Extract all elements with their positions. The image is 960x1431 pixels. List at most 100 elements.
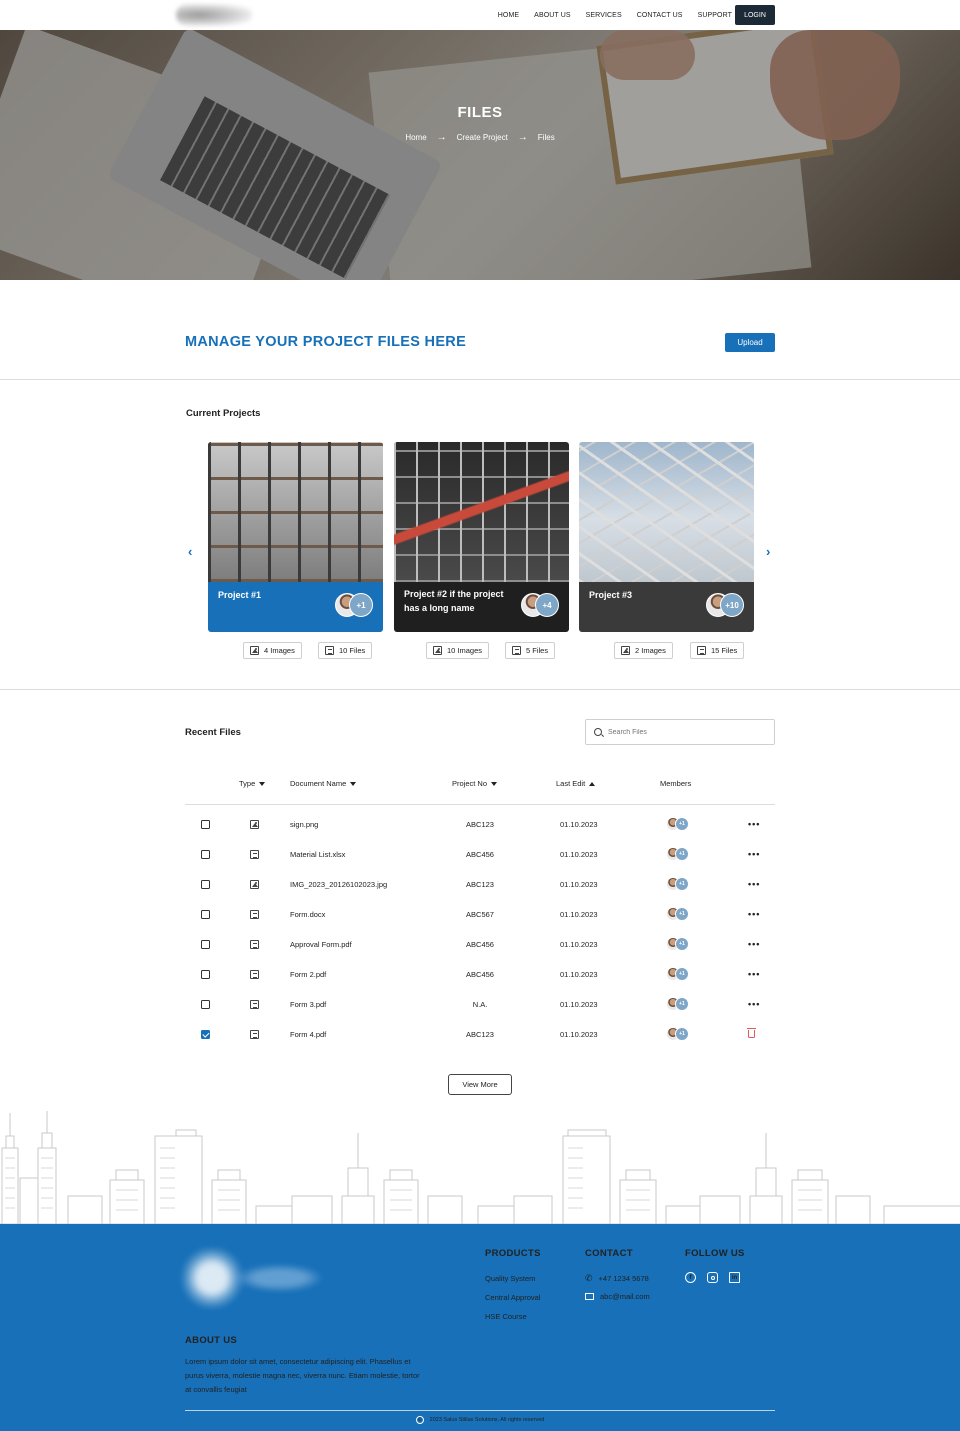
more-options-icon[interactable]: •••: [748, 879, 760, 889]
table-row[interactable]: Form.docx ABC567 01.10.2023 +1 •••: [185, 899, 775, 929]
images-count-button[interactable]: 2 Images: [614, 642, 673, 659]
more-options-icon[interactable]: •••: [748, 939, 760, 949]
trash-icon[interactable]: [747, 1028, 756, 1038]
document-name[interactable]: Form 3.pdf: [290, 989, 326, 1019]
sort-down-icon: [259, 781, 266, 786]
action-cell: •••: [748, 899, 760, 929]
row-checkbox-cell: [201, 869, 210, 899]
row-checkbox-cell: [201, 1019, 210, 1049]
page-title: FILES: [457, 104, 503, 121]
footer-link-central-approval[interactable]: Central Approval: [485, 1293, 540, 1302]
last-edit: 01.10.2023: [560, 969, 598, 979]
document-name[interactable]: Form 4.pdf: [290, 1019, 326, 1049]
document-name[interactable]: IMG_2023_20126102023.jpg: [290, 869, 387, 899]
images-count: 4 Images: [264, 646, 295, 655]
more-options-icon[interactable]: •••: [748, 999, 760, 1009]
type-cell: [250, 989, 259, 1019]
files-count-button[interactable]: 5 Files: [505, 642, 556, 659]
project-card[interactable]: Project #2 if the project has a long nam…: [394, 442, 569, 632]
table-row[interactable]: Approval Form.pdf ABC456 01.10.2023 +1 •••: [185, 929, 775, 959]
row-checkbox[interactable]: [201, 999, 210, 1009]
more-options-icon[interactable]: •••: [748, 909, 760, 919]
row-checkbox[interactable]: [201, 819, 210, 829]
document-name[interactable]: Approval Form.pdf: [290, 929, 352, 959]
footer-about-text: Lorem ipsum dolor sit amet, consectetur …: [185, 1357, 420, 1394]
document-name[interactable]: Material List.xlsx: [290, 839, 345, 869]
project-card[interactable]: Project #3 +10: [579, 442, 754, 632]
row-checkbox[interactable]: [201, 969, 210, 979]
document-name[interactable]: Form.docx: [290, 899, 325, 929]
avatar-more: +1: [675, 997, 689, 1011]
table-row[interactable]: Form 3.pdf N.A. 01.10.2023 +1 •••: [185, 989, 775, 1019]
members-cell: +1: [666, 929, 692, 959]
images-count-button[interactable]: 10 Images: [426, 642, 490, 659]
nav-home[interactable]: HOME: [498, 12, 519, 19]
column-header-document-name[interactable]: Document Name: [290, 779, 357, 788]
row-checkbox[interactable]: [201, 1029, 210, 1039]
nav-services[interactable]: SERVICES: [586, 12, 622, 19]
document-icon: [250, 909, 259, 919]
last-edit: 01.10.2023: [560, 879, 598, 889]
carousel-prev-icon[interactable]: ‹: [188, 544, 192, 559]
document-icon: [250, 939, 259, 949]
brand-logo[interactable]: [176, 4, 252, 26]
breadcrumb-create-project[interactable]: Create Project: [457, 133, 508, 142]
footer-email[interactable]: abc@mail.com: [585, 1292, 650, 1301]
footer-link-hse-course[interactable]: HSE Course: [485, 1312, 527, 1321]
linkedin-icon[interactable]: in: [729, 1272, 740, 1283]
footer-about-heading: ABOUT US: [185, 1335, 238, 1346]
breadcrumb-home[interactable]: Home: [405, 133, 426, 142]
project-card[interactable]: Project #1 +1: [208, 442, 383, 632]
more-options-icon[interactable]: •••: [748, 819, 760, 829]
document-name[interactable]: Form 2.pdf: [290, 959, 326, 989]
search-field[interactable]: [585, 719, 775, 745]
search-input[interactable]: [608, 728, 758, 736]
upload-button[interactable]: Upload: [725, 333, 775, 352]
member-avatars: +4: [521, 592, 559, 618]
more-options-icon[interactable]: •••: [748, 849, 760, 859]
column-header-type[interactable]: Type: [239, 779, 266, 788]
document-name[interactable]: sign.png: [290, 809, 318, 839]
carousel-next-icon[interactable]: ›: [766, 544, 770, 559]
row-checkbox-cell: [201, 899, 210, 929]
row-checkbox[interactable]: [201, 879, 210, 889]
row-checkbox-cell: [201, 959, 210, 989]
column-header-project-no[interactable]: Project No: [452, 779, 498, 788]
files-count-button[interactable]: 10 Files: [318, 642, 373, 659]
login-button[interactable]: LOGIN: [735, 5, 775, 25]
table-row[interactable]: Form 2.pdf ABC456 01.10.2023 +1 •••: [185, 959, 775, 989]
facebook-icon[interactable]: f: [685, 1272, 696, 1283]
table-row[interactable]: Form 4.pdf ABC123 01.10.2023 +1: [185, 1019, 775, 1049]
footer-logo[interactable]: [182, 1248, 332, 1308]
table-row[interactable]: sign.png ABC123 01.10.2023 +1 •••: [185, 809, 775, 839]
footer-contact-heading: CONTACT: [585, 1248, 633, 1259]
more-options-icon[interactable]: •••: [748, 969, 760, 979]
document-icon: [250, 849, 259, 859]
document-icon: [250, 969, 259, 979]
document-icon: [325, 646, 334, 655]
nav-contact-us[interactable]: CONTACT US: [637, 12, 683, 19]
footer-link-quality-system[interactable]: Quality System: [485, 1274, 535, 1283]
member-avatars: +1: [335, 592, 373, 618]
action-cell: [747, 1019, 756, 1049]
row-checkbox-cell: [201, 809, 210, 839]
last-edit: 01.10.2023: [560, 819, 598, 829]
footer-phone[interactable]: ✆ +47 1234 5678: [585, 1273, 649, 1284]
images-count-button[interactable]: 4 Images: [243, 642, 302, 659]
row-checkbox[interactable]: [201, 939, 210, 949]
files-count-button[interactable]: 15 Files: [690, 642, 745, 659]
table-row[interactable]: Material List.xlsx ABC456 01.10.2023 +1 •••: [185, 839, 775, 869]
avatar-more: +1: [675, 907, 689, 921]
column-header-last-edit[interactable]: Last Edit: [556, 779, 596, 788]
instagram-icon[interactable]: [707, 1272, 718, 1283]
action-cell: •••: [748, 869, 760, 899]
nav-about-us[interactable]: ABOUT US: [534, 12, 570, 19]
action-cell: •••: [748, 989, 760, 1019]
view-more-button[interactable]: View More: [448, 1074, 512, 1095]
table-row[interactable]: IMG_2023_20126102023.jpg ABC123 01.10.2023…: [185, 869, 775, 899]
project-name: Project #2 if the project has a long nam…: [404, 589, 504, 613]
row-checkbox[interactable]: [201, 909, 210, 919]
document-icon: [512, 646, 521, 655]
nav-support[interactable]: SUPPORT: [698, 12, 732, 19]
row-checkbox[interactable]: [201, 849, 210, 859]
